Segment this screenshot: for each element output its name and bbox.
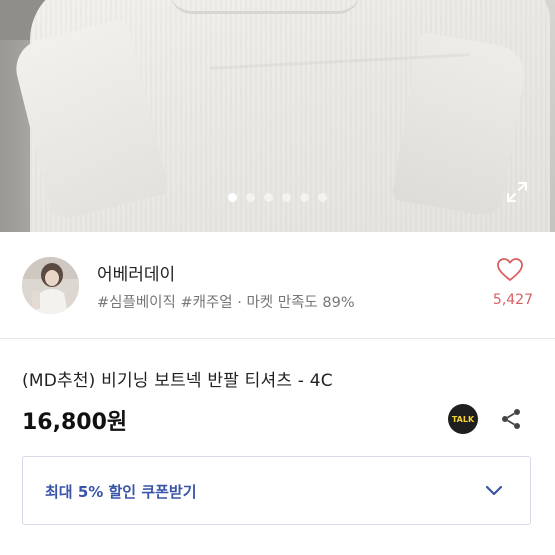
coupon-button[interactable]: 최대 5% 할인 쿠폰받기 — [22, 456, 531, 525]
expand-icon[interactable] — [505, 180, 529, 204]
like-count: 5,427 — [492, 292, 533, 308]
tshirt-neckline — [170, 0, 360, 14]
avatar-image — [22, 257, 79, 314]
gallery-dot[interactable] — [282, 193, 291, 202]
gallery-dot[interactable] — [264, 193, 273, 202]
gallery-dot[interactable] — [228, 193, 237, 202]
product-title: (MD추천) 비기닝 보트넥 반팔 티셔츠 - 4C — [22, 371, 333, 391]
gallery-dot[interactable] — [246, 193, 255, 202]
coupon-label: 최대 5% 할인 쿠폰받기 — [45, 483, 197, 501]
talk-label: TALK — [451, 414, 475, 424]
talk-chat-button[interactable]: TALK — [448, 404, 478, 434]
seller-name[interactable]: 어베러데이 — [97, 260, 175, 285]
product-price: 16,800원 — [22, 410, 128, 435]
heart-icon[interactable] — [497, 258, 523, 282]
seller-avatar[interactable] — [22, 257, 79, 314]
seller-section: 어베러데이 #심플베이직 #캐주얼 · 마켓 만족도 89% 5,427 — [0, 232, 555, 339]
gallery-dot[interactable] — [300, 193, 309, 202]
seller-tags: #심플베이직 #캐주얼 · 마켓 만족도 89% — [97, 295, 355, 311]
share-icon[interactable] — [499, 407, 523, 431]
product-image[interactable] — [0, 0, 555, 232]
gallery-dot[interactable] — [318, 193, 327, 202]
gallery-pagination — [0, 193, 555, 207]
chevron-down-icon — [485, 485, 503, 496]
